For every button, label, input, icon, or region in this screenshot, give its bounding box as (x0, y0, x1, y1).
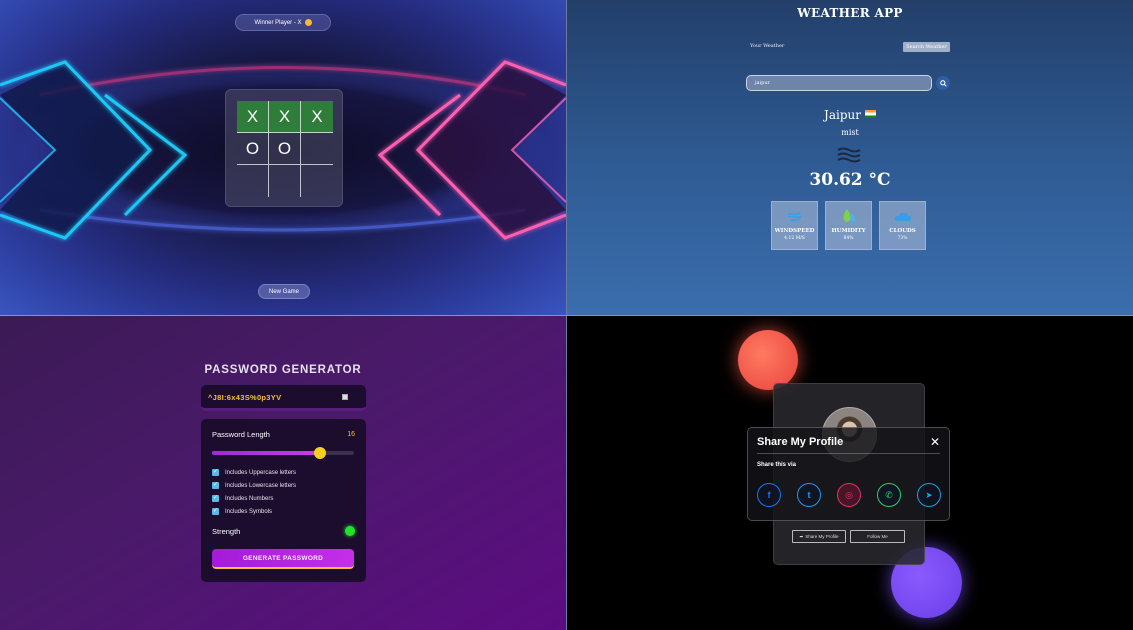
length-slider[interactable] (212, 447, 354, 459)
mist-icon (837, 147, 861, 163)
tictactoe-panel: Winner Player - X XXXOO New Game (0, 0, 566, 315)
board-cell[interactable] (301, 165, 333, 197)
divider (757, 453, 940, 454)
windspeed-value: 4.12 M/S (784, 236, 805, 241)
share-arrow-icon: ➦ (799, 533, 804, 539)
checkbox[interactable]: ✓ (212, 469, 219, 476)
checkbox[interactable]: ✓ (212, 482, 219, 489)
clouds-label: CLOUDS (889, 228, 916, 234)
length-label: Password Length (212, 430, 270, 439)
humidity-value: 84% (843, 236, 854, 241)
windspeed-label: WINDSPEED (774, 228, 815, 234)
windspeed-card: WINDSPEED 4.12 M/S (771, 201, 818, 250)
checkbox[interactable]: ✓ (212, 495, 219, 502)
game-board-card: XXXOO (225, 89, 343, 207)
option-checkbox-row[interactable]: ✓ Includes Uppercase letters (212, 469, 296, 476)
decorative-red-circle (738, 330, 798, 390)
option-label: Includes Numbers (225, 495, 274, 502)
search-icon (939, 79, 947, 87)
length-value: 16 (347, 431, 355, 438)
tab-your-weather[interactable]: Your Weather (750, 43, 784, 49)
tab-search-weather[interactable]: Search Weather (903, 42, 950, 52)
strength-indicator (345, 526, 355, 536)
panel-divider-horizontal (0, 315, 1133, 316)
humidity-icon (842, 209, 855, 222)
option-label: Includes Uppercase letters (225, 469, 297, 476)
modal-title: Share My Profile (757, 436, 844, 448)
winner-text: Winner Player - X (254, 19, 302, 26)
game-board: XXXOO (237, 101, 333, 197)
whatsapp-icon[interactable]: ✆ (877, 483, 901, 507)
option-label: Includes Lowercase letters (225, 482, 297, 489)
share-modal: Share My Profile ✕ Share this via f t ◎ ✆ ➤ (747, 427, 950, 521)
board-cell[interactable]: O (269, 133, 301, 165)
app-title: WEATHER APP (797, 6, 903, 20)
option-checkbox-row[interactable]: ✓ Includes Numbers (212, 495, 273, 502)
search-button[interactable] (936, 76, 950, 90)
facebook-icon[interactable]: f (757, 483, 781, 507)
board-cell[interactable]: X (237, 101, 269, 133)
temperature: 30.62 °C (809, 170, 891, 190)
board-cell[interactable]: O (237, 133, 269, 165)
slider-thumb[interactable] (313, 447, 326, 459)
clouds-value: 73% (897, 236, 908, 241)
option-label: Includes Symbols (225, 508, 273, 515)
winner-badge: Winner Player - X (235, 14, 331, 31)
option-checkbox-row[interactable]: ✓ Includes Lowercase letters (212, 482, 296, 489)
share-button-label: Share My Profile (805, 534, 839, 539)
city-search-value: jaipur (755, 80, 770, 86)
city-label: Jaipur (824, 108, 861, 122)
weather-description: mist (841, 128, 859, 137)
smiley-icon (304, 19, 312, 26)
city-search-input[interactable]: jaipur (746, 75, 932, 91)
password-display: ^J8I:6x43S%0p3YV (201, 385, 366, 411)
generated-password: ^J8I:6x43S%0p3YV (208, 393, 282, 402)
humidity-label: HUMIDITY (831, 228, 866, 234)
clouds-card: CLOUDS 73% (879, 201, 926, 250)
board-cell[interactable]: X (269, 101, 301, 133)
password-generator-panel: PASSWORD GENERATOR ^J8I:6x43S%0p3YV Pass… (0, 316, 566, 630)
checkbox[interactable]: ✓ (212, 508, 219, 515)
slider-fill (212, 451, 320, 455)
cloud-icon (894, 212, 911, 221)
twitter-icon[interactable]: t (797, 483, 821, 507)
board-cell[interactable]: X (301, 101, 333, 133)
telegram-icon[interactable]: ➤ (917, 483, 941, 507)
option-checkbox-row[interactable]: ✓ Includes Symbols (212, 508, 272, 515)
india-flag-icon (864, 110, 876, 118)
app-title: PASSWORD GENERATOR (204, 364, 362, 376)
board-cell[interactable] (269, 165, 301, 197)
follow-me-button[interactable]: Follow Me (850, 530, 905, 543)
weather-panel: WEATHER APP Your Weather Search Weather … (567, 0, 1133, 315)
humidity-card: HUMIDITY 84% (825, 201, 872, 250)
close-icon[interactable]: ✕ (930, 435, 940, 449)
generate-password-button[interactable]: GENERATE PASSWORD (212, 549, 354, 569)
board-cell[interactable] (237, 165, 269, 197)
options-card: Password Length 16 ✓ Includes Uppercase l… (201, 419, 366, 582)
wind-icon (787, 211, 801, 221)
strength-label: Strength (212, 527, 241, 536)
copy-icon[interactable] (342, 394, 348, 400)
board-cell[interactable] (301, 133, 333, 165)
share-profile-panel: ➦ Share My Profile Follow Me Share My Pr… (567, 316, 1133, 630)
city-name: Jaipur (567, 108, 1133, 122)
new-game-button[interactable]: New Game (258, 284, 310, 299)
share-my-profile-button[interactable]: ➦ Share My Profile (792, 530, 846, 543)
instagram-icon[interactable]: ◎ (837, 483, 861, 507)
share-via-label: Share this via (757, 462, 797, 468)
